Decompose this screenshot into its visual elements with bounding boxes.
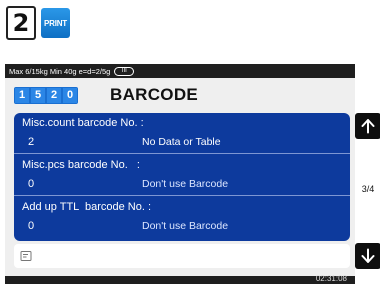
status-text: Max 6/15kg Min 40g e=d=2/5g bbox=[9, 66, 111, 76]
clock: 02:31:08 bbox=[315, 274, 347, 283]
pager: 3/4 bbox=[355, 113, 380, 269]
input-field[interactable] bbox=[14, 244, 350, 268]
menu-code-digit: 2 bbox=[47, 87, 61, 103]
page-up-button[interactable] bbox=[355, 113, 380, 139]
arrow-down-icon bbox=[361, 248, 375, 263]
status-bar: Max 6/15kg Min 40g e=d=2/5g III bbox=[5, 64, 355, 78]
step-number: 2 bbox=[6, 6, 36, 40]
field-description: Don't use Barcode bbox=[142, 220, 229, 232]
step-indicator: 2 PRINT bbox=[6, 6, 70, 40]
menu-code-digit: 1 bbox=[15, 87, 29, 103]
page-indicator: 3/4 bbox=[361, 184, 375, 194]
menu-code-digit: 0 bbox=[63, 87, 77, 103]
scale-screen: Max 6/15kg Min 40g e=d=2/5g III 1 5 2 0 … bbox=[5, 64, 380, 284]
field-label: Add up TTL barcode No. : bbox=[22, 201, 152, 213]
page-down-button[interactable] bbox=[355, 243, 380, 269]
field-description: No Data or Table bbox=[142, 136, 221, 148]
screen-header: 1 5 2 0 BARCODE bbox=[14, 85, 199, 104]
field-label: Misc.count barcode No. : bbox=[22, 117, 144, 129]
menu-code-digit: 5 bbox=[31, 87, 45, 103]
settings-panel: Misc.count barcode No. : 2 No Data or Ta… bbox=[14, 113, 350, 241]
print-key[interactable]: PRINT bbox=[41, 8, 70, 38]
field-description: Don't use Barcode bbox=[142, 178, 229, 190]
add-up-ttl-barcode-field[interactable]: Add up TTL barcode No. : 0 Don't use Bar… bbox=[14, 197, 350, 238]
field-label: Misc.pcs barcode No. : bbox=[22, 159, 140, 171]
arrow-up-icon bbox=[361, 119, 375, 134]
field-value[interactable]: 0 bbox=[28, 220, 34, 232]
misc-pcs-barcode-field[interactable]: Misc.pcs barcode No. : 0 Don't use Barco… bbox=[14, 155, 350, 196]
page-title: BARCODE bbox=[110, 85, 199, 104]
field-value[interactable]: 0 bbox=[28, 178, 34, 190]
battery-icon: III bbox=[114, 66, 135, 76]
menu-code: 1 5 2 0 bbox=[14, 86, 78, 104]
field-value[interactable]: 2 bbox=[28, 136, 34, 148]
edit-icon bbox=[20, 251, 32, 261]
misc-count-barcode-field[interactable]: Misc.count barcode No. : 2 No Data or Ta… bbox=[14, 113, 350, 154]
bottom-status-bar: 02:31:08 bbox=[5, 274, 355, 284]
